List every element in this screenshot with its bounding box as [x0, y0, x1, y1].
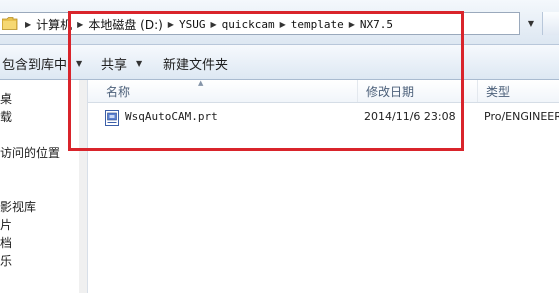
- include-in-library-label: 包含到库中: [2, 57, 68, 73]
- nav-item-video-library[interactable]: 影视库: [0, 198, 36, 214]
- breadcrumb-local-disk-d[interactable]: 本地磁盘 (D:): [88, 16, 162, 33]
- nav-item-recent-places[interactable]: 访问的位置: [0, 144, 60, 160]
- chevron-down-icon: ▼: [527, 19, 535, 28]
- column-header-name[interactable]: 名称: [88, 80, 358, 102]
- nav-item-downloads[interactable]: 载: [0, 108, 12, 124]
- include-in-library-button[interactable]: 包含到库中 ▼: [2, 55, 83, 73]
- share-button[interactable]: 共享 ▼: [101, 55, 143, 73]
- address-history-dropdown[interactable]: ▼: [522, 12, 540, 35]
- address-bar-area: ▶ 计算机 ▶ 本地磁盘 (D:) ▶ YSUG ▶ quickcam ▶ te…: [0, 0, 559, 45]
- refresh-button[interactable]: [542, 12, 559, 35]
- breadcrumb-ysug[interactable]: YSUG: [179, 18, 206, 31]
- file-modified-date: 2014/11/6 23:08: [364, 110, 456, 123]
- column-header-modified[interactable]: 修改日期: [358, 80, 478, 102]
- breadcrumb-computer[interactable]: 计算机: [36, 16, 72, 33]
- nav-item-music[interactable]: 乐: [0, 252, 12, 268]
- chevron-right-icon[interactable]: ▶: [25, 20, 31, 29]
- chevron-right-icon[interactable]: ▶: [77, 20, 83, 29]
- chevron-right-icon[interactable]: ▶: [280, 20, 286, 29]
- share-label: 共享: [101, 57, 128, 73]
- file-list-header: ▲ 名称 修改日期 类型: [88, 79, 559, 103]
- file-type: Pro/ENGINEER: [484, 110, 559, 123]
- column-header-type-label: 类型: [486, 84, 511, 99]
- chevron-right-icon[interactable]: ▶: [168, 20, 174, 29]
- command-bar: 包含到库中 ▼ 共享 ▼ 新建文件夹: [0, 45, 559, 80]
- folder-icon: [2, 17, 18, 30]
- address-field[interactable]: ▶ 计算机 ▶ 本地磁盘 (D:) ▶ YSUG ▶ quickcam ▶ te…: [0, 12, 520, 35]
- file-name[interactable]: WsqAutoCAM.prt: [125, 110, 218, 126]
- chevron-down-icon: ▼: [76, 58, 83, 68]
- new-folder-label: 新建文件夹: [163, 57, 229, 73]
- nav-item-documents[interactable]: 档: [0, 234, 12, 250]
- prt-file-icon: [105, 110, 119, 126]
- nav-item-desktop[interactable]: 桌: [0, 90, 12, 106]
- nav-pane-scrollbar[interactable]: [79, 80, 87, 293]
- breadcrumb: ▶ 计算机 ▶ 本地磁盘 (D:) ▶ YSUG ▶ quickcam ▶ te…: [20, 16, 393, 32]
- nav-item-pictures[interactable]: 片: [0, 216, 12, 232]
- chevron-right-icon[interactable]: ▶: [210, 20, 216, 29]
- column-header-modified-label: 修改日期: [366, 84, 415, 99]
- chevron-right-icon[interactable]: ▶: [349, 20, 355, 29]
- file-row[interactable]: WsqAutoCAM.prt 2014/11/6 23:08 Pro/ENGIN…: [88, 106, 559, 130]
- navigation-pane: 桌 载 访问的位置 影视库 片 档 乐: [0, 80, 88, 293]
- breadcrumb-template[interactable]: template: [291, 18, 344, 31]
- column-header-name-label: 名称: [106, 84, 131, 99]
- column-header-type[interactable]: 类型: [478, 80, 559, 102]
- chevron-down-icon: ▼: [136, 58, 143, 68]
- breadcrumb-quickcam[interactable]: quickcam: [222, 18, 275, 31]
- new-folder-button[interactable]: 新建文件夹: [163, 55, 229, 73]
- breadcrumb-nx75[interactable]: NX7.5: [360, 18, 393, 31]
